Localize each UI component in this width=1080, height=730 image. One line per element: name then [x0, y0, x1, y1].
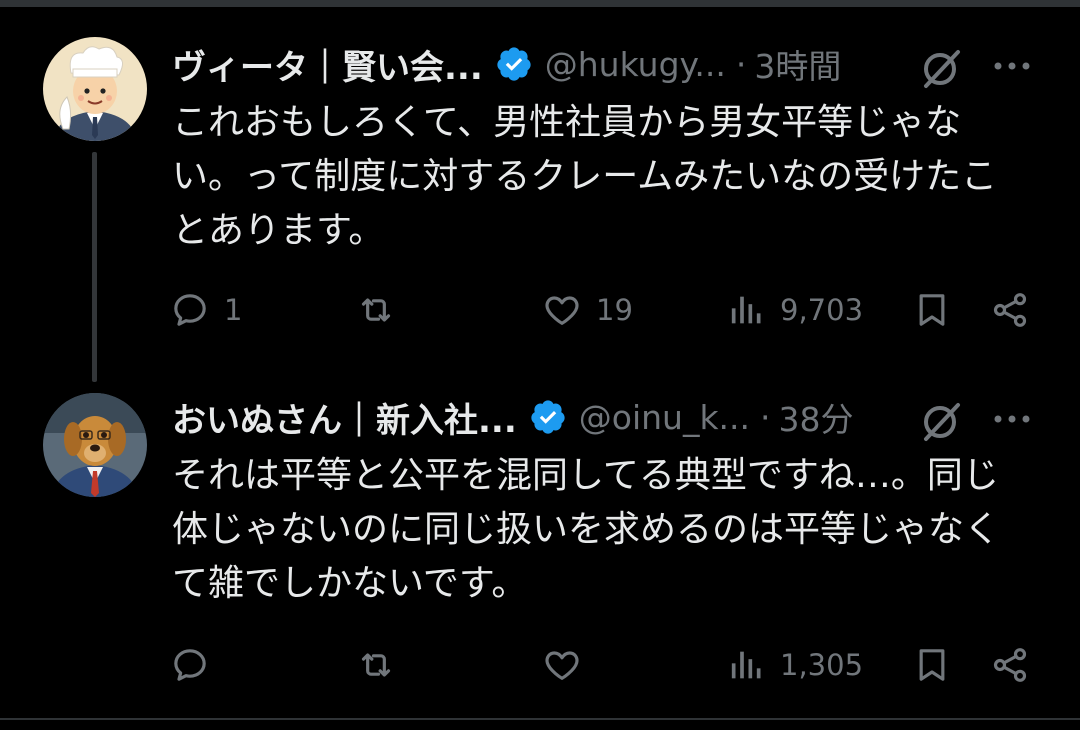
- timeline: ヴィータ｜賢い会... @hukugy... · 3時間 これおもしろくて、男性…: [0, 0, 1080, 730]
- like-count: 19: [596, 293, 633, 327]
- bottom-divider: [0, 718, 1080, 720]
- share-icon: [993, 293, 1027, 327]
- grok-icon[interactable]: [920, 399, 964, 443]
- tweet[interactable]: おいぬさん｜新入社... @oinu_k... · 38分 それは平等と公平を混…: [0, 380, 1080, 718]
- verified-badge-icon: [531, 400, 565, 434]
- view-count: 9,703: [780, 293, 864, 327]
- timestamp[interactable]: 3時間: [754, 40, 841, 88]
- retweet-button[interactable]: [356, 280, 410, 340]
- heart-icon: [545, 296, 579, 325]
- display-name[interactable]: おいぬさん｜新入社...: [172, 393, 517, 442]
- bookmark-button[interactable]: [912, 280, 952, 340]
- tweet[interactable]: ヴィータ｜賢い会... @hukugy... · 3時間 これおもしろくて、男性…: [0, 0, 1080, 382]
- reply-button[interactable]: 1: [170, 280, 242, 340]
- share-button[interactable]: [990, 280, 1030, 340]
- retweet-button[interactable]: [356, 635, 410, 695]
- handle[interactable]: @oinu_k...: [579, 398, 750, 437]
- tweet-text: それは平等と公平を混同してる典型ですね…。同じ体じゃないのに同じ扱いを求めるのは…: [172, 455, 1001, 604]
- avatar[interactable]: [43, 37, 147, 141]
- reply-icon: [174, 294, 206, 326]
- reply-icon: [174, 649, 206, 681]
- chef-cartoon-avatar-icon: [43, 37, 147, 141]
- views-chart-icon: [731, 651, 761, 679]
- views-button[interactable]: 9,703: [726, 280, 863, 340]
- reply-count: 1: [224, 293, 243, 327]
- tweet-actions: 1,305: [170, 635, 1040, 695]
- separator-dot: ·: [735, 44, 747, 84]
- tweet-actions: 1 19 9,703: [170, 280, 1040, 340]
- verified-badge-icon: [497, 47, 531, 81]
- tweet-text: これおもしろくて、男性社員から男女平等じゃない。って制度に対するクレームみたいな…: [172, 102, 998, 251]
- like-button[interactable]: [542, 635, 596, 695]
- bookmark-button[interactable]: [912, 635, 952, 695]
- retweet-icon: [361, 653, 391, 677]
- tweet-header: ヴィータ｜賢い会... @hukugy... · 3時間: [172, 34, 841, 94]
- view-count: 1,305: [780, 648, 864, 682]
- reply-button[interactable]: [170, 635, 224, 695]
- views-button[interactable]: 1,305: [726, 635, 863, 695]
- share-button[interactable]: [990, 635, 1030, 695]
- like-button[interactable]: 19: [542, 280, 633, 340]
- bookmark-icon: [919, 649, 945, 681]
- share-icon: [993, 648, 1027, 682]
- retweet-icon: [361, 298, 391, 322]
- heart-icon: [545, 651, 579, 680]
- thread-line: [92, 152, 97, 382]
- handle[interactable]: @hukugy...: [545, 45, 726, 84]
- bookmark-icon: [919, 294, 945, 326]
- timestamp[interactable]: 38分: [779, 393, 854, 441]
- more-options-icon[interactable]: [990, 407, 1034, 431]
- more-options-icon[interactable]: [990, 54, 1034, 78]
- avatar[interactable]: [43, 393, 147, 497]
- dog-in-suit-avatar-icon: [43, 393, 147, 497]
- tweet-header: おいぬさん｜新入社... @oinu_k... · 38分: [172, 387, 854, 447]
- grok-icon[interactable]: [920, 46, 964, 90]
- display-name[interactable]: ヴィータ｜賢い会...: [172, 40, 483, 89]
- separator-dot: ·: [760, 397, 771, 437]
- views-chart-icon: [731, 296, 761, 324]
